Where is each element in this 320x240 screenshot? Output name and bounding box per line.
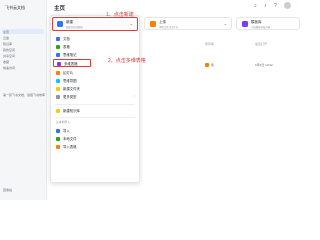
sidebar-item-drive[interactable]: 云盘	[3, 36, 9, 40]
menu-item-label: 幻灯片	[63, 71, 74, 75]
doc-icon	[56, 36, 60, 41]
menu-item-import-sheet[interactable]: 导入表格	[51, 143, 139, 151]
menu-item-label: 本地文件	[63, 137, 77, 141]
new-dropdown-menu: 新建 新建文档或表格 ⌄ 文档 表格 思维笔记 多维表格 幻灯片 思维导图 新建…	[50, 15, 140, 183]
list-header-opened: 最近打开	[255, 42, 268, 46]
menu-item-bitable[interactable]: 多维表格	[53, 59, 91, 67]
import-group-label: 从本地导入	[56, 120, 70, 124]
folder-icon	[56, 86, 60, 91]
sidebar-trash[interactable]: 回收站	[3, 188, 12, 192]
menu-divider	[55, 117, 135, 118]
list-header-owner: 所有者	[205, 42, 215, 46]
menu-item-label: 更多类型	[63, 95, 77, 99]
chevron-right-icon: ›	[133, 94, 135, 98]
chevron-down-icon: ⌄	[223, 21, 227, 26]
chevron-down-icon: ⌄	[129, 21, 133, 26]
sidebar-item-shared[interactable]: 共享空间	[3, 54, 15, 58]
menu-item-mindmap[interactable]: 思维导图	[51, 77, 139, 85]
upload-card-subtitle: 本地文件或文件夹	[159, 26, 179, 29]
search-icon[interactable]: ⌕	[254, 3, 257, 9]
step2-annotation: 2、点击多维表格	[108, 58, 146, 64]
sidebar: 飞书云文档 主页 云盘 知识库 我的空间 共享空间 收藏 快速访问 第一篇飞书文…	[0, 0, 47, 200]
menu-item-doc[interactable]: 文档	[51, 35, 139, 43]
sidebar-item-my-space[interactable]: 我的空间	[3, 48, 15, 52]
new-button-subtitle: 新建文档或表格	[66, 26, 83, 29]
avatar[interactable]	[284, 2, 291, 9]
mindnote-icon	[56, 52, 60, 57]
menu-item-local-file[interactable]: 本地文件	[51, 135, 139, 143]
sidebar-item-wiki[interactable]: 知识库	[3, 42, 12, 46]
sidebar-item-home[interactable]: 主页	[3, 30, 9, 34]
bell-icon[interactable]: ♪	[264, 3, 267, 9]
menu-item-label: 导入	[63, 129, 70, 133]
menu-item-label: 多维表格	[64, 62, 78, 66]
row-owner: 我	[211, 63, 215, 67]
sidebar-item-quick-access[interactable]: 快速访问	[3, 66, 15, 70]
upload-card[interactable]: 上传 本地文件或文件夹 ⌄	[144, 17, 232, 30]
owner-avatar-icon	[205, 63, 209, 67]
menu-divider	[55, 104, 135, 105]
menu-item-sheet[interactable]: 表格	[51, 43, 139, 51]
template-card-subtitle: 丰富模板轻松开始	[251, 26, 271, 29]
new-button[interactable]: 新建 新建文档或表格 ⌄	[52, 17, 138, 31]
step1-annotation: 1、点击新建	[106, 12, 134, 18]
menu-item-new-folder[interactable]: 新建文件夹	[51, 85, 139, 93]
sidebar-item-favorites[interactable]: 收藏	[3, 60, 9, 64]
import-icon	[56, 128, 60, 133]
sidebar-bottom-note[interactable]: 第一篇飞书文档，读懂飞书效率	[3, 93, 45, 97]
wiki-icon	[56, 108, 60, 113]
cloud-upload-icon	[150, 21, 156, 27]
menu-item-label: 导入表格	[63, 145, 77, 149]
menu-item-label: 思维导图	[63, 79, 77, 83]
menu-item-label: 文档	[63, 37, 70, 41]
menu-item-label: 新建文件夹	[63, 87, 80, 91]
menu-item-label: 思维笔记	[63, 53, 77, 57]
menu-item-import[interactable]: 导入	[51, 127, 139, 135]
more-icon	[56, 94, 60, 99]
bitable-icon	[57, 61, 61, 66]
file-icon	[56, 136, 60, 141]
template-icon	[242, 21, 248, 27]
plus-icon	[57, 21, 63, 27]
menu-item-more-types[interactable]: 更多类型 ›	[51, 93, 139, 101]
help-icon[interactable]: ?	[274, 3, 277, 9]
page-title: 主页	[54, 6, 66, 12]
app-title: 飞书云文档	[5, 5, 25, 10]
slides-icon	[56, 70, 60, 75]
menu-item-label: 表格	[63, 45, 70, 49]
menu-item-label: 新建知识库	[63, 109, 80, 113]
template-card[interactable]: 模板库 丰富模板轻松开始	[236, 17, 300, 30]
menu-item-new-wiki[interactable]: 新建知识库	[51, 107, 139, 115]
row-time: 6月6日 10:32	[255, 63, 273, 67]
sheet-icon	[56, 44, 60, 49]
mindmap-icon	[56, 78, 60, 83]
menu-item-slides[interactable]: 幻灯片	[51, 69, 139, 77]
table-import-icon	[56, 144, 60, 149]
